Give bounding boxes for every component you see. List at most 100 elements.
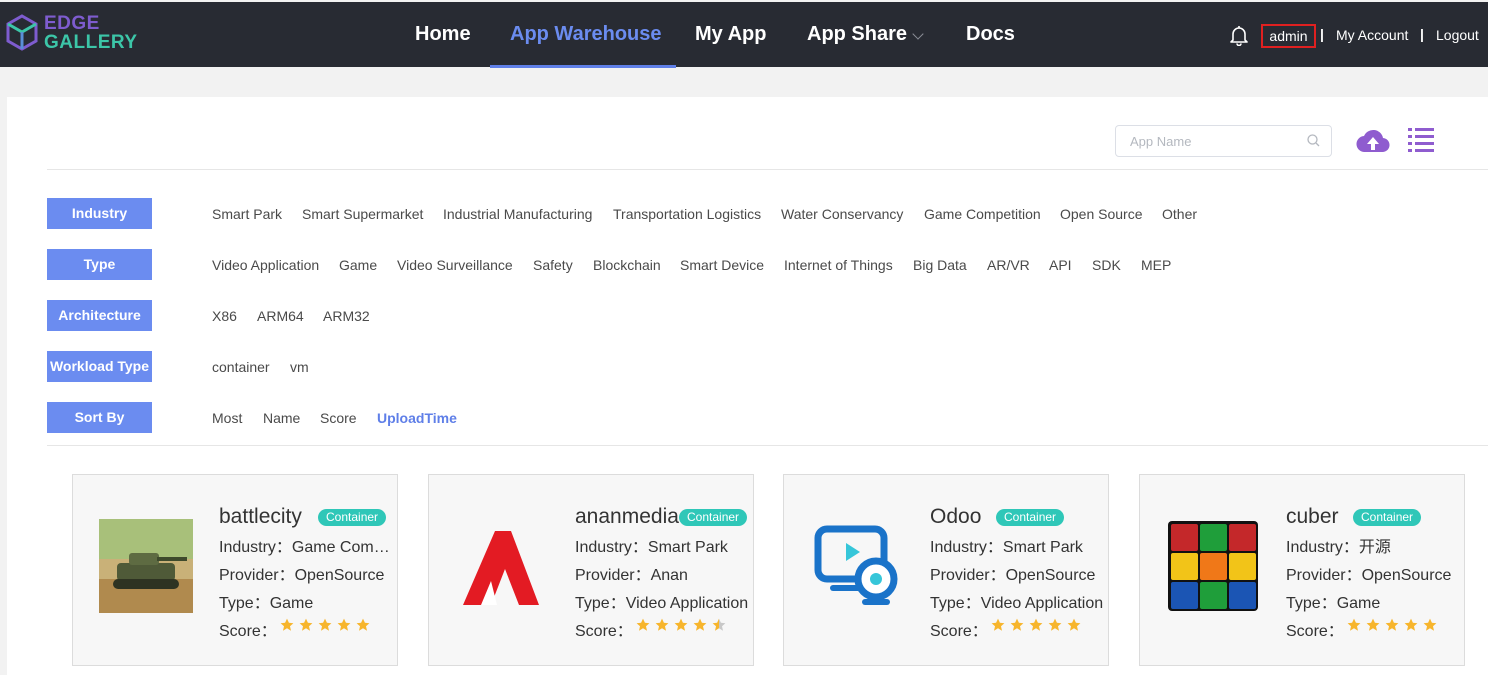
nav-docs[interactable]: Docs xyxy=(966,2,1015,67)
filter-industry-smart-supermarket[interactable]: Smart Supermarket xyxy=(302,206,423,222)
filter-type-ar-vr[interactable]: AR/VR xyxy=(987,257,1030,273)
filter-type-big-data[interactable]: Big Data xyxy=(913,257,967,273)
sort-most[interactable]: Most xyxy=(212,410,242,426)
star-icon xyxy=(674,618,688,631)
sort-upload-time[interactable]: UploadTime xyxy=(377,410,457,426)
filter-type-smart-device[interactable]: Smart Device xyxy=(680,257,764,273)
filter-industry-transportation-logistics[interactable]: Transportation Logistics xyxy=(613,206,761,222)
chevron-down-icon[interactable] xyxy=(912,28,924,40)
filter-type-mep[interactable]: MEP xyxy=(1141,257,1171,273)
star-rating xyxy=(991,618,1086,632)
filter-type-internet-of-things[interactable]: Internet of Things xyxy=(784,257,893,273)
filter-type-sdk[interactable]: SDK xyxy=(1092,257,1121,273)
container-badge: Container xyxy=(318,509,387,526)
app-type: Type：Game xyxy=(1286,595,1381,612)
app-provider: Provider：OpenSource xyxy=(930,567,1096,584)
bell-icon[interactable] xyxy=(1228,24,1250,46)
app-type: Type：Video Application xyxy=(930,595,1104,612)
nav-app-warehouse[interactable]: App Warehouse xyxy=(510,2,662,67)
search-icon[interactable] xyxy=(1307,134,1320,147)
star-icon xyxy=(1404,618,1418,631)
tank-game-icon xyxy=(99,519,193,613)
search-box[interactable] xyxy=(1115,125,1332,157)
star-icon xyxy=(1067,618,1081,631)
app-card[interactable]: battlecity Container Industry：Game Compe… xyxy=(72,474,398,666)
star-rating xyxy=(280,618,375,632)
filter-industry-industrial-manufacturing[interactable]: Industrial Manufacturing xyxy=(443,206,592,222)
nav-app-share[interactable]: App Share xyxy=(807,2,907,67)
star-icon xyxy=(337,618,351,631)
star-icon xyxy=(1029,618,1043,631)
app-name[interactable]: cuber xyxy=(1286,505,1339,529)
separator: | xyxy=(1420,26,1424,42)
star-icon xyxy=(636,618,650,631)
filter-label-type: Type xyxy=(47,249,152,280)
star-icon xyxy=(1010,618,1024,631)
app-industry: Industry：Game Competition xyxy=(219,539,391,556)
app-type: Type：Video Application xyxy=(575,595,749,612)
filter-industry-game-competition[interactable]: Game Competition xyxy=(924,206,1041,222)
filter-label-sort-by: Sort By xyxy=(47,402,152,433)
search-input[interactable] xyxy=(1130,126,1310,156)
filter-type-safety[interactable]: Safety xyxy=(533,257,573,273)
filter-arch-arm64[interactable]: ARM64 xyxy=(257,308,304,324)
user-name[interactable]: admin xyxy=(1261,24,1316,48)
logout-link[interactable]: Logout xyxy=(1436,27,1479,43)
star-icon xyxy=(1048,618,1062,631)
filter-label-architecture: Architecture xyxy=(47,300,152,331)
app-card[interactable]: ananmedia Container Industry：Smart Park … xyxy=(428,474,754,666)
list-view-icon[interactable] xyxy=(1408,126,1434,152)
filter-workload-container[interactable]: container xyxy=(212,359,270,375)
top-navigation-bar: EDGE GALLERY Home App Warehouse My App A… xyxy=(0,0,1488,68)
edgegallery-logo[interactable]: EDGE GALLERY xyxy=(6,14,138,52)
separator: | xyxy=(1320,26,1324,42)
star-icon xyxy=(280,618,294,631)
filter-arch-x86[interactable]: X86 xyxy=(212,308,237,324)
sort-name[interactable]: Name xyxy=(263,410,300,426)
filter-type-video-application[interactable]: Video Application xyxy=(212,257,319,273)
filter-industry-open-source[interactable]: Open Source xyxy=(1060,206,1143,222)
anan-logo-icon xyxy=(463,531,539,605)
app-score-label: Score： xyxy=(1286,623,1344,640)
filter-industry-smart-park[interactable]: Smart Park xyxy=(212,206,282,222)
star-icon xyxy=(655,618,669,631)
app-name[interactable]: Odoo xyxy=(930,505,981,529)
star-icon xyxy=(1385,618,1399,631)
filter-type-blockchain[interactable]: Blockchain xyxy=(593,257,661,273)
star-rating xyxy=(636,618,731,632)
container-badge: Container xyxy=(996,509,1065,526)
filter-type-api[interactable]: API xyxy=(1049,257,1072,273)
filter-label-workload-type: Workload Type xyxy=(47,351,152,382)
brand-line2: GALLERY xyxy=(44,32,138,53)
app-card[interactable]: Odoo Container Industry：Smart Park Provi… xyxy=(783,474,1109,666)
filter-industry-water-conservancy[interactable]: Water Conservancy xyxy=(781,206,903,222)
nav-home[interactable]: Home xyxy=(415,2,471,67)
filter-type-game[interactable]: Game xyxy=(339,257,377,273)
filter-type-video-surveillance[interactable]: Video Surveillance xyxy=(397,257,513,273)
app-type: Type：Game xyxy=(219,595,314,612)
sort-score[interactable]: Score xyxy=(320,410,357,426)
my-account-link[interactable]: My Account xyxy=(1336,27,1408,43)
filter-workload-vm[interactable]: vm xyxy=(290,359,309,375)
star-icon xyxy=(991,618,1005,631)
cube-logo-icon xyxy=(6,14,38,51)
cloud-upload-icon[interactable] xyxy=(1356,126,1390,154)
brand-line1: EDGE xyxy=(44,13,100,34)
filter-arch-arm32[interactable]: ARM32 xyxy=(323,308,370,324)
filter-label-industry: Industry xyxy=(47,198,152,229)
app-card[interactable]: cuber Container Industry：开源 Provider：Ope… xyxy=(1139,474,1465,666)
star-rating xyxy=(1347,618,1442,632)
divider xyxy=(47,169,1488,170)
star-icon xyxy=(318,618,332,631)
active-tab-underline xyxy=(490,65,676,68)
container-badge: Container xyxy=(1353,509,1422,526)
app-provider: Provider：Anan xyxy=(575,567,688,584)
star-icon xyxy=(693,618,707,631)
nav-my-app[interactable]: My App xyxy=(695,2,766,67)
star-icon xyxy=(356,618,370,631)
star-icon xyxy=(1423,618,1437,631)
filter-industry-other[interactable]: Other xyxy=(1162,206,1197,222)
app-score-label: Score： xyxy=(575,623,633,640)
app-name[interactable]: battlecity xyxy=(219,505,302,529)
app-name[interactable]: ananmedia xyxy=(575,505,679,529)
